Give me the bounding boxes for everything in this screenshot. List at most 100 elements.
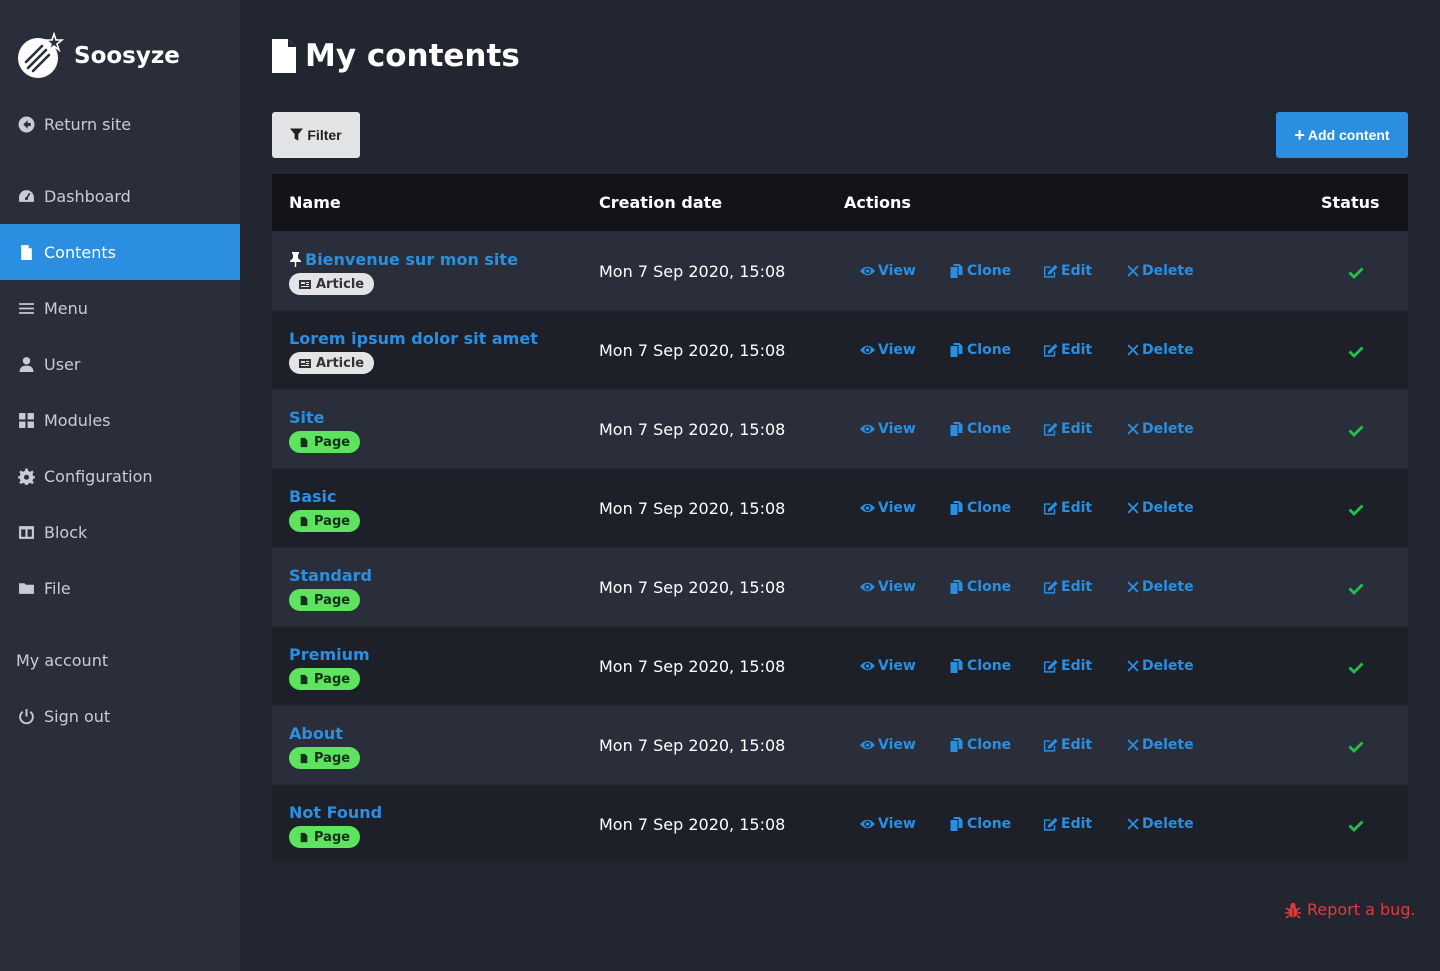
sidebar-item-menu[interactable]: Menu xyxy=(0,280,240,336)
add-content-label: Add content xyxy=(1307,127,1390,143)
content-title-link[interactable]: Not Found xyxy=(289,803,382,822)
content-type-label: Page xyxy=(314,671,351,687)
eye-icon xyxy=(860,582,875,592)
check-icon xyxy=(1348,583,1364,595)
content-title-link[interactable]: Basic xyxy=(289,487,336,506)
copy-icon xyxy=(950,501,963,515)
edit-link[interactable]: Edit xyxy=(1043,263,1092,279)
clone-link[interactable]: Clone xyxy=(949,421,1011,437)
sidebar-item-configuration[interactable]: Configuration xyxy=(0,448,240,504)
clone-link[interactable]: Clone xyxy=(949,658,1011,674)
header-name: Name xyxy=(289,193,341,212)
view-label: View xyxy=(878,658,916,674)
delete-link[interactable]: Delete xyxy=(1127,579,1194,595)
times-icon xyxy=(1127,739,1139,751)
delete-link[interactable]: Delete xyxy=(1127,658,1194,674)
edit-link[interactable]: Edit xyxy=(1043,737,1092,753)
times-icon xyxy=(1127,423,1139,435)
check-icon xyxy=(1348,346,1364,358)
contents-table: Name Creation date Actions Status Bienve… xyxy=(272,174,1408,863)
edit-link[interactable]: Edit xyxy=(1043,658,1092,674)
content-title-link[interactable]: Bienvenue sur mon site xyxy=(289,250,518,269)
edit-link[interactable]: Edit xyxy=(1043,500,1092,516)
creation-date: Mon 7 Sep 2020, 15:08 xyxy=(599,341,786,360)
clone-link[interactable]: Clone xyxy=(949,263,1011,279)
clone-link[interactable]: Clone xyxy=(949,579,1011,595)
file-icon xyxy=(300,832,308,842)
view-link[interactable]: View xyxy=(860,263,916,279)
file-icon xyxy=(300,595,308,605)
table-row: Site Page Mon 7 Sep 2020, 15:08 View Clone Ed… xyxy=(272,389,1408,468)
view-label: View xyxy=(878,342,916,358)
copy-icon xyxy=(950,817,963,831)
content-title: Premium xyxy=(289,645,370,664)
view-link[interactable]: View xyxy=(860,816,916,832)
sidebar-item-dashboard[interactable]: Dashboard xyxy=(0,168,240,224)
clone-link[interactable]: Clone xyxy=(949,342,1011,358)
clone-link[interactable]: Clone xyxy=(949,500,1011,516)
clone-link[interactable]: Clone xyxy=(949,816,1011,832)
sidebar-item-label: Contents xyxy=(44,242,116,262)
sidebar-item-label: File xyxy=(44,578,71,598)
creation-date: Mon 7 Sep 2020, 15:08 xyxy=(599,420,786,439)
edit-link[interactable]: Edit xyxy=(1043,421,1092,437)
delete-link[interactable]: Delete xyxy=(1127,816,1194,832)
view-link[interactable]: View xyxy=(860,737,916,753)
newspaper-icon xyxy=(299,358,311,368)
view-label: View xyxy=(878,579,916,595)
table-row: About Page Mon 7 Sep 2020, 15:08 View Clone E… xyxy=(272,705,1408,784)
edit-link[interactable]: Edit xyxy=(1043,342,1092,358)
creation-date: Mon 7 Sep 2020, 15:08 xyxy=(599,815,786,834)
content-type-badge: Page xyxy=(289,589,361,611)
view-link[interactable]: View xyxy=(860,421,916,437)
content-title-link[interactable]: Standard xyxy=(289,566,372,585)
view-link[interactable]: View xyxy=(860,342,916,358)
content-title: About xyxy=(289,724,343,743)
edit-link[interactable]: Edit xyxy=(1043,816,1092,832)
clone-link[interactable]: Clone xyxy=(949,737,1011,753)
return-site-link[interactable]: Return site xyxy=(0,96,240,152)
eye-icon xyxy=(860,819,875,829)
delete-link[interactable]: Delete xyxy=(1127,500,1194,516)
sidebar-item-block[interactable]: Block xyxy=(0,504,240,560)
modules-icon xyxy=(16,410,36,430)
sign-out-link[interactable]: Sign out xyxy=(0,688,240,744)
sidebar-item-label: Modules xyxy=(44,410,111,430)
view-link[interactable]: View xyxy=(860,579,916,595)
content-title-link[interactable]: Premium xyxy=(289,645,370,664)
add-content-button[interactable]: + Add content xyxy=(1276,112,1408,158)
eye-icon xyxy=(860,661,875,671)
edit-link[interactable]: Edit xyxy=(1043,579,1092,595)
status-published xyxy=(1348,502,1364,516)
delete-link[interactable]: Delete xyxy=(1127,342,1194,358)
sidebar-item-user[interactable]: User xyxy=(0,336,240,392)
sidebar-item-label: Menu xyxy=(44,298,88,318)
times-icon xyxy=(1127,502,1139,514)
edit-icon xyxy=(1043,817,1058,831)
edit-label: Edit xyxy=(1061,421,1093,437)
delete-link[interactable]: Delete xyxy=(1127,263,1194,279)
sidebar-item-contents[interactable]: Contents xyxy=(0,224,240,280)
delete-link[interactable]: Delete xyxy=(1127,737,1194,753)
content-title-link[interactable]: Site xyxy=(289,408,325,427)
clone-label: Clone xyxy=(967,658,1012,674)
filter-button[interactable]: Filter xyxy=(272,112,360,158)
content-title-link[interactable]: Lorem ipsum dolor sit amet xyxy=(289,329,538,348)
content-title-link[interactable]: About xyxy=(289,724,343,743)
page-title: My contents xyxy=(272,38,520,74)
header-creation-date: Creation date xyxy=(599,193,723,212)
sidebar-item-modules[interactable]: Modules xyxy=(0,392,240,448)
clone-label: Clone xyxy=(967,737,1012,753)
table-row: Lorem ipsum dolor sit amet Article Mon 7 S… xyxy=(272,310,1408,389)
user-icon xyxy=(16,354,36,374)
status-published xyxy=(1348,344,1364,358)
report-bug-link[interactable]: Report a bug. xyxy=(1284,900,1416,919)
view-link[interactable]: View xyxy=(860,500,916,516)
filter-icon xyxy=(290,128,304,141)
view-link[interactable]: View xyxy=(860,658,916,674)
brand[interactable]: Soosyze xyxy=(16,32,180,80)
content-type-badge: Page xyxy=(289,510,361,532)
my-account-link[interactable]: My account xyxy=(0,632,240,688)
sidebar-item-file[interactable]: File xyxy=(0,560,240,616)
delete-link[interactable]: Delete xyxy=(1127,421,1194,437)
